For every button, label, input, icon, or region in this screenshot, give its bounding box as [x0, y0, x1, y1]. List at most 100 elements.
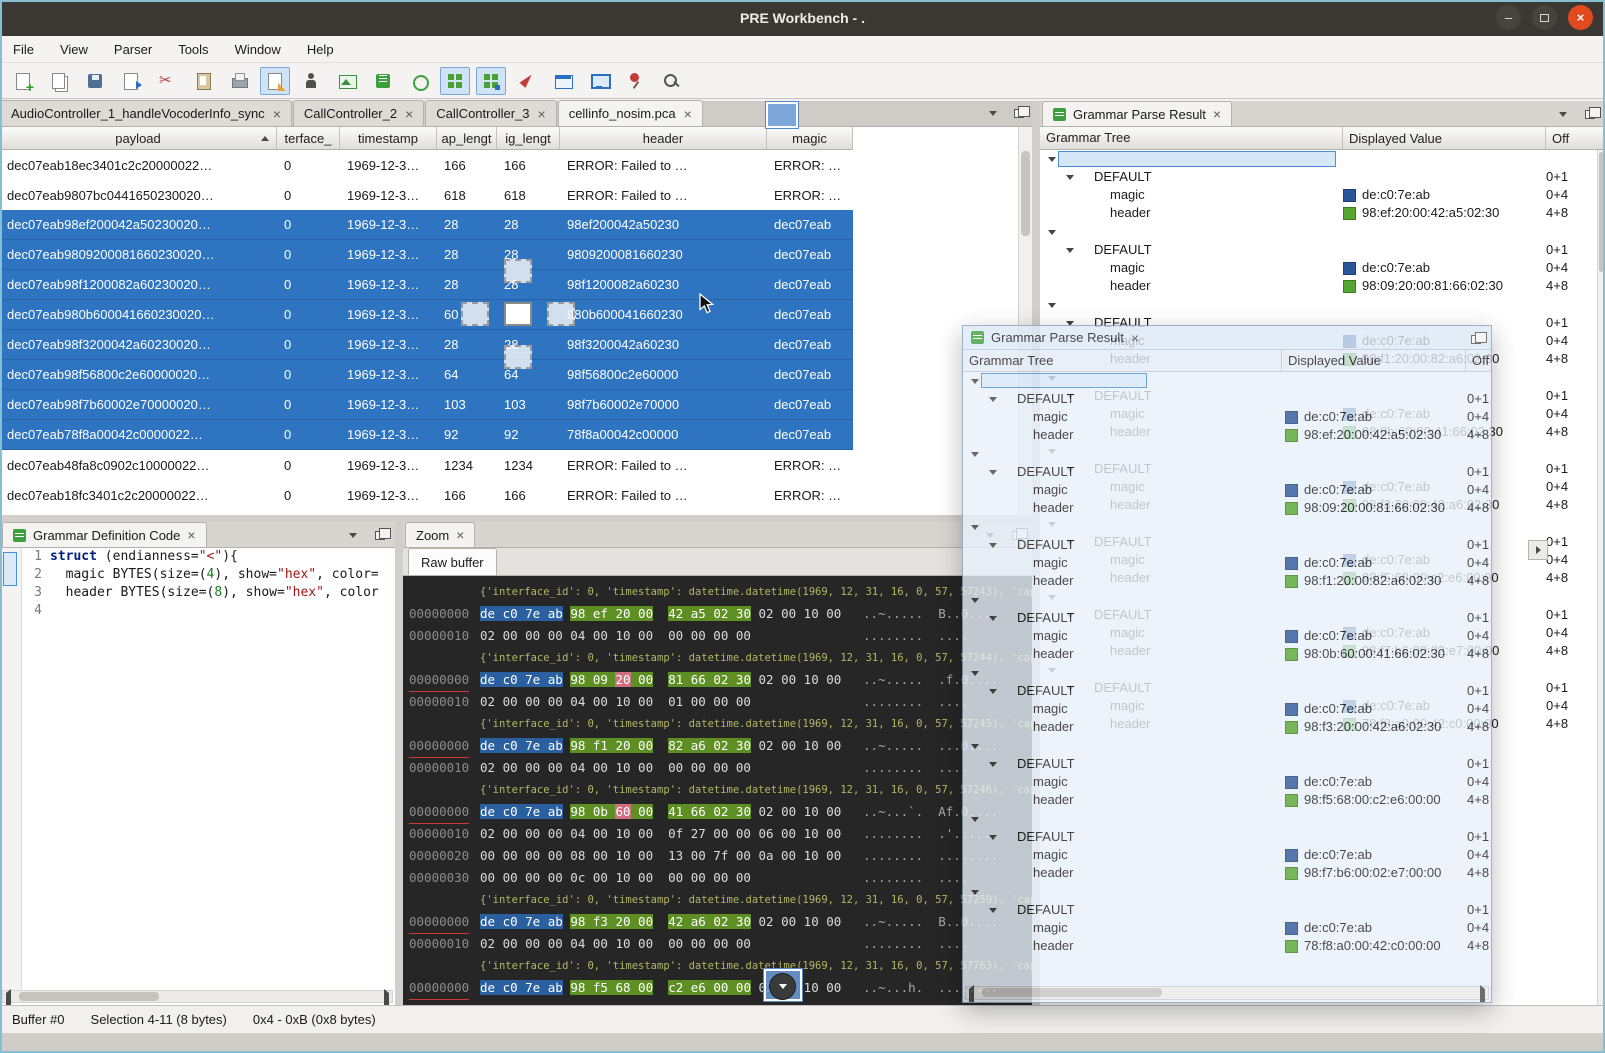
tree-row-magic[interactable]: magicde:c0:7e:ab0+4: [963, 919, 1491, 937]
image-view-icon[interactable]: [332, 67, 362, 95]
panel-close-icon[interactable]: ×: [456, 529, 464, 541]
grammar-tree-icon[interactable]: [368, 67, 398, 95]
hex-line[interactable]: 00000000de c0 7e ab 98 f1 20 00 82 a6 02…: [403, 735, 1032, 757]
expand-arrow-icon[interactable]: [1066, 175, 1074, 180]
hex-line[interactable]: 00000000de c0 7e ab 98 ef 20 00 42 a5 02…: [403, 603, 1032, 625]
pin-icon[interactable]: [620, 67, 650, 95]
tree-row-header[interactable]: header98:ef:20:00:42:a5:02:304+8: [963, 426, 1491, 444]
expand-arrow-icon[interactable]: [971, 817, 979, 822]
expand-arrow-icon[interactable]: [989, 689, 997, 694]
tree-row-magic[interactable]: magicde:c0:7e:ab0+4: [963, 627, 1491, 645]
panel-float-button[interactable]: [371, 526, 389, 544]
expand-arrow-icon[interactable]: [989, 908, 997, 913]
new-file-icon[interactable]: [8, 67, 38, 95]
tab-close-icon[interactable]: ×: [538, 108, 546, 120]
hex-line[interactable]: 00000000de c0 7e ab 98 09 20 00 81 66 02…: [403, 669, 1032, 691]
menu-window[interactable]: Window: [222, 36, 294, 62]
table-row[interactable]: dec07eab980b600041660230020…01969-12-3…6…: [0, 300, 853, 330]
tree-row-header[interactable]: header98:09:20:00:81:66:02:304+8: [963, 499, 1491, 517]
network-icon[interactable]: [404, 67, 434, 95]
menu-help[interactable]: Help: [294, 36, 347, 62]
expand-arrow-icon[interactable]: [989, 397, 997, 402]
code-line[interactable]: 2 magic BYTES(size=(4), show="hex", colo…: [22, 566, 395, 584]
expand-arrow-icon[interactable]: [971, 744, 979, 749]
tree-row-root[interactable]: [963, 737, 1491, 755]
col-timestamp[interactable]: timestamp: [340, 127, 437, 150]
menu-view[interactable]: View: [47, 36, 101, 62]
code-line[interactable]: 1struct (endianness="<"){: [22, 548, 395, 566]
code-hscrollbar-thumb[interactable]: [19, 992, 159, 1001]
tree-scrollbar[interactable]: [1597, 150, 1605, 1005]
close-button[interactable]: ×: [1568, 5, 1593, 30]
floating-window-close-icon[interactable]: ×: [1131, 332, 1139, 344]
floating-hscrollbar-thumb[interactable]: [982, 988, 1162, 997]
minimize-button[interactable]: –: [1496, 5, 1521, 30]
expand-arrow-icon[interactable]: [1066, 248, 1074, 253]
tree-row-magic[interactable]: magicde:c0:7e:ab0+4: [963, 846, 1491, 864]
tree-row-root[interactable]: [963, 883, 1491, 901]
floating-hscrollbar[interactable]: [965, 986, 1489, 1000]
table-row[interactable]: dec07eab78f8a00042c0000022…01969-12-3…92…: [0, 420, 853, 450]
col-interface[interactable]: terface_: [277, 127, 340, 150]
table-scrollbar-thumb[interactable]: [1021, 151, 1030, 236]
table-row[interactable]: dec07eab9807bc0441650230020…01969-12-3…6…: [0, 180, 853, 210]
tab-close-icon[interactable]: ×: [273, 108, 281, 120]
table-row[interactable]: dec07eab98ef200042a50230020…01969-12-3…2…: [0, 210, 853, 240]
import-file-icon[interactable]: [116, 67, 146, 95]
minimap-viewport[interactable]: [3, 552, 17, 586]
tree-row-root[interactable]: [963, 518, 1491, 536]
tree-row-default[interactable]: DEFAULT0+1: [963, 828, 1491, 846]
expand-arrow-icon[interactable]: [989, 762, 997, 767]
marker-icon[interactable]: [512, 67, 542, 95]
tree-row-magic[interactable]: magicde:c0:7e:ab0+4: [1040, 259, 1605, 277]
tab-callcontroller-2[interactable]: CallController_2×: [293, 100, 424, 126]
tree-row-header[interactable]: header98:f7:b6:00:02:e7:00:004+8: [963, 864, 1491, 882]
tab-list-dropdown-button[interactable]: [984, 104, 1002, 122]
vertical-splitter-bottom[interactable]: [395, 522, 403, 1005]
panel-tab-zoom[interactable]: Zoom ×: [405, 522, 475, 547]
hex-line[interactable]: 0000001002 00 00 00 04 00 10 00 00 00 00…: [403, 757, 1032, 779]
column-grammar-tree[interactable]: Grammar Tree: [969, 353, 1054, 368]
col-payload[interactable]: payload: [0, 127, 277, 150]
selected-tree-root[interactable]: [981, 373, 1147, 388]
hex-line[interactable]: 0000002000 00 00 00 08 00 10 00 13 00 7f…: [403, 845, 1032, 867]
expand-arrow-icon[interactable]: [1048, 230, 1056, 235]
tree-row-magic[interactable]: magicde:c0:7e:ab0+4: [963, 481, 1491, 499]
column-offset[interactable]: Off: [1545, 127, 1569, 150]
expand-arrow-icon[interactable]: [989, 616, 997, 621]
tab-audiocontroller-1-handlevocoderinfo-sync[interactable]: AudioController_1_handleVocoderInfo_sync…: [0, 100, 292, 126]
tree-scrollbar-thumb[interactable]: [1599, 152, 1604, 272]
save-icon[interactable]: [80, 67, 110, 95]
column-displayed-value[interactable]: Displayed Value: [1342, 127, 1442, 150]
tree-row-header[interactable]: header98:f5:68:00:c2:e6:00:004+8: [963, 791, 1491, 809]
scroll-right-arrow-icon[interactable]: [1480, 989, 1485, 1003]
hex-line[interactable]: 0000003000 00 00 00 0c 00 10 00 00 00 00…: [403, 867, 1032, 889]
expand-arrow-icon[interactable]: [989, 543, 997, 548]
scroll-left-arrow-icon[interactable]: [969, 989, 974, 1003]
tree-row-header[interactable]: header78:f8:a0:00:42:c0:00:004+8: [963, 937, 1491, 955]
expand-arrow-icon[interactable]: [971, 598, 979, 603]
code-line[interactable]: 3 header BYTES(size=(8), show="hex", col…: [22, 584, 395, 602]
monitor-icon[interactable]: [584, 67, 614, 95]
tree-row-magic[interactable]: magicde:c0:7e:ab0+4: [963, 700, 1491, 718]
tree-row-root[interactable]: [963, 810, 1491, 828]
tab-callcontroller-3[interactable]: CallController_3×: [425, 100, 556, 126]
panel-tab-grammar-definition-code[interactable]: Grammar Definition Code ×: [2, 522, 207, 547]
menu-tools[interactable]: Tools: [165, 36, 221, 62]
hex-line[interactable]: 0000001002 00 00 00 04 00 10 00 00 00 00…: [403, 625, 1032, 647]
tree-row-default[interactable]: DEFAULT0+1: [963, 536, 1491, 554]
table-row[interactable]: dec07eab98f7b60002e70000020…01969-12-3…1…: [0, 390, 853, 420]
column-offset[interactable]: Off: [1465, 350, 1489, 372]
edit-buffer-icon[interactable]: [260, 67, 290, 95]
title-bar[interactable]: PRE Workbench - . – ×: [0, 0, 1605, 36]
tab-close-icon[interactable]: ×: [684, 108, 692, 120]
hex-view[interactable]: {'interface_id': 0, 'timestamp': datetim…: [403, 576, 1032, 1005]
tree-row-default[interactable]: DEFAULT0+1: [963, 682, 1491, 700]
tree-row-default[interactable]: DEFAULT0+1: [963, 609, 1491, 627]
tree-row-root[interactable]: [963, 445, 1491, 463]
tab-cellinfo-nosim-pca[interactable]: cellinfo_nosim.pca×: [558, 100, 703, 126]
tree-row-header[interactable]: header98:ef:20:00:42:a5:02:304+8: [1040, 204, 1605, 222]
tree-row-default[interactable]: DEFAULT0+1: [963, 755, 1491, 773]
col-cap-length[interactable]: ap_lengt: [437, 127, 497, 150]
panel-float-button[interactable]: [1581, 105, 1599, 123]
